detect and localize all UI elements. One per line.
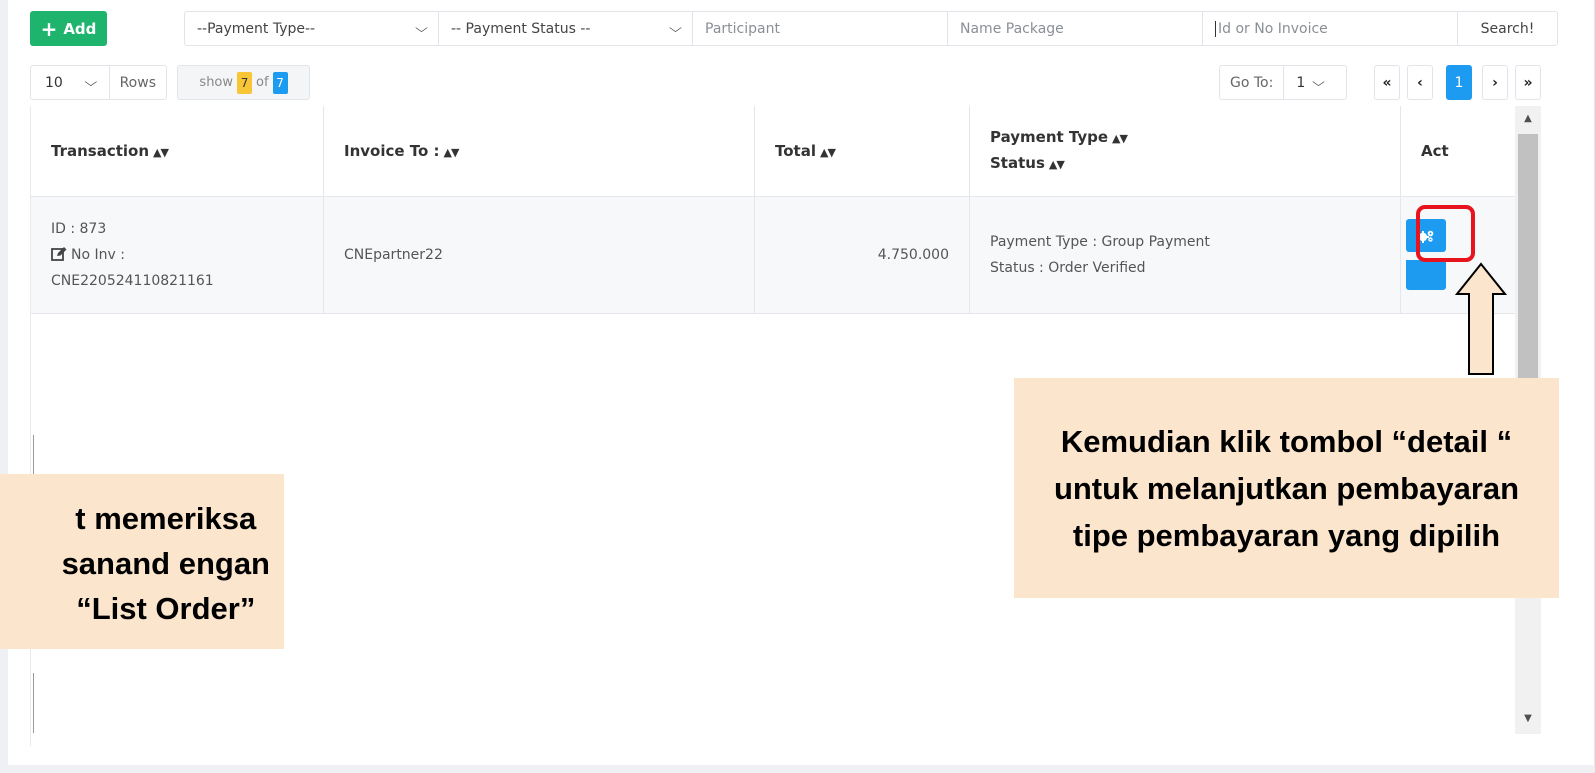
- goto-page-select[interactable]: Go To: 1 ⌵: [1219, 65, 1347, 100]
- page-1-button[interactable]: 1: [1446, 65, 1472, 100]
- rows-per-page-select[interactable]: 10 ⌵ Rows: [30, 65, 167, 100]
- header-invoice-to-label: Invoice To :: [344, 142, 440, 160]
- transaction-cell: ID : 873 No Inv : CNE220524110821161: [31, 197, 324, 313]
- show-label: show: [199, 75, 234, 90]
- header-transaction-label: Transaction: [51, 142, 150, 160]
- shown-count-badge: 7: [237, 71, 253, 94]
- record-count: show 7 of 7: [177, 65, 310, 100]
- prev-page-button[interactable]: ‹: [1407, 65, 1433, 100]
- total-cell: 4.750.000: [755, 197, 970, 313]
- search-button[interactable]: Search!: [1458, 12, 1557, 45]
- header-invoice-to[interactable]: Invoice To : ▲▼: [324, 106, 755, 196]
- first-page-button[interactable]: «: [1374, 65, 1400, 100]
- chevron-down-icon: ⌵: [84, 75, 98, 89]
- pagination-current: 1: [1446, 65, 1472, 100]
- divider: [33, 435, 34, 475]
- invoice-input[interactable]: Id or No Invoice: [1203, 12, 1458, 45]
- status-value: Status : Order Verified: [990, 260, 1146, 276]
- table-row: ID : 873 No Inv : CNE220524110821161 CNE…: [31, 197, 1516, 314]
- total-value: 4.750.000: [877, 247, 949, 263]
- package-input[interactable]: Name Package: [948, 12, 1203, 45]
- edit-icon[interactable]: [51, 247, 67, 261]
- goto-label: Go To:: [1220, 66, 1285, 99]
- instruction-note-right: Kemudian klik tombol “detail “ untuk mel…: [1014, 378, 1559, 598]
- secondary-action-button[interactable]: [1406, 260, 1446, 290]
- invoice-number: CNE220524110821161: [51, 273, 214, 289]
- scroll-up-arrow-icon[interactable]: ▲: [1518, 110, 1538, 126]
- header-act: Act: [1401, 106, 1516, 196]
- chevron-down-icon: ⌵: [1312, 75, 1326, 89]
- chevron-down-icon: ⌵: [415, 21, 428, 35]
- left-note-line-1: t memeriksa: [75, 501, 257, 536]
- sort-icon: ▲▼: [153, 146, 169, 159]
- left-note-line-3: “List Order”: [76, 591, 256, 626]
- invoice-to-cell: CNEpartner22: [324, 197, 755, 313]
- invoice-input-placeholder: Id or No Invoice: [1215, 20, 1328, 37]
- payment-cell: Payment Type : Group Payment Status : Or…: [970, 197, 1401, 313]
- chevron-down-icon: ⌵: [669, 21, 682, 35]
- payment-type-select[interactable]: --Payment Type-- ⌵: [185, 12, 439, 45]
- left-note-line-2: sanand engan: [61, 546, 270, 581]
- header-total[interactable]: Total ▲▼: [755, 106, 970, 196]
- sort-icon: ▲▼: [443, 146, 460, 159]
- up-arrow-icon: [1455, 262, 1507, 375]
- table-header: Transaction ▲▼ Invoice To : ▲▼ Total ▲▼ Pay…: [31, 106, 1516, 197]
- add-button[interactable]: + Add: [30, 11, 107, 46]
- sort-icon: ▲▼: [819, 146, 836, 159]
- total-count-badge: 7: [272, 71, 288, 94]
- no-inv-line[interactable]: No Inv :: [51, 242, 323, 268]
- highlight-box: [1416, 205, 1475, 262]
- of-label: of: [256, 75, 269, 90]
- header-transaction[interactable]: Transaction ▲▼: [31, 106, 324, 196]
- divider: [33, 673, 34, 733]
- payment-status-select[interactable]: -- Payment Status -- ⌵: [439, 12, 693, 45]
- add-button-label: Add: [63, 19, 97, 38]
- header-total-label: Total: [775, 142, 816, 160]
- pagination: « ‹: [1374, 65, 1433, 100]
- payment-type-select-value: --Payment Type--: [197, 20, 316, 37]
- pagination-next: › »: [1482, 65, 1541, 100]
- sort-icon: ▲▼: [1048, 158, 1065, 171]
- participant-input[interactable]: Participant: [693, 12, 948, 45]
- sort-icon: ▲▼: [1112, 132, 1128, 145]
- goto-value: 1: [1296, 74, 1306, 91]
- instruction-note-left: t memeriksa sanand engan “List Order”: [0, 474, 284, 649]
- scroll-down-arrow-icon[interactable]: ▼: [1518, 710, 1538, 726]
- invoice-to-value: CNEpartner22: [344, 247, 443, 263]
- header-payment-type-label: Payment Type: [990, 128, 1109, 146]
- payment-type-value: Payment Type : Group Payment: [990, 234, 1210, 250]
- no-inv-label: No Inv :: [71, 247, 125, 263]
- next-page-button[interactable]: ›: [1482, 65, 1508, 100]
- rows-label: Rows: [108, 66, 166, 99]
- last-page-button[interactable]: »: [1515, 65, 1541, 100]
- transaction-id: ID : 873: [51, 221, 107, 237]
- filter-bar: --Payment Type-- ⌵ -- Payment Status -- …: [184, 11, 1558, 46]
- header-payment-type-status[interactable]: Payment Type ▲▼ Status ▲▼: [970, 106, 1401, 196]
- plus-icon: +: [40, 16, 58, 41]
- header-act-label: Act: [1421, 142, 1449, 160]
- payment-status-select-value: -- Payment Status --: [451, 20, 591, 37]
- header-status-label: Status: [990, 154, 1045, 172]
